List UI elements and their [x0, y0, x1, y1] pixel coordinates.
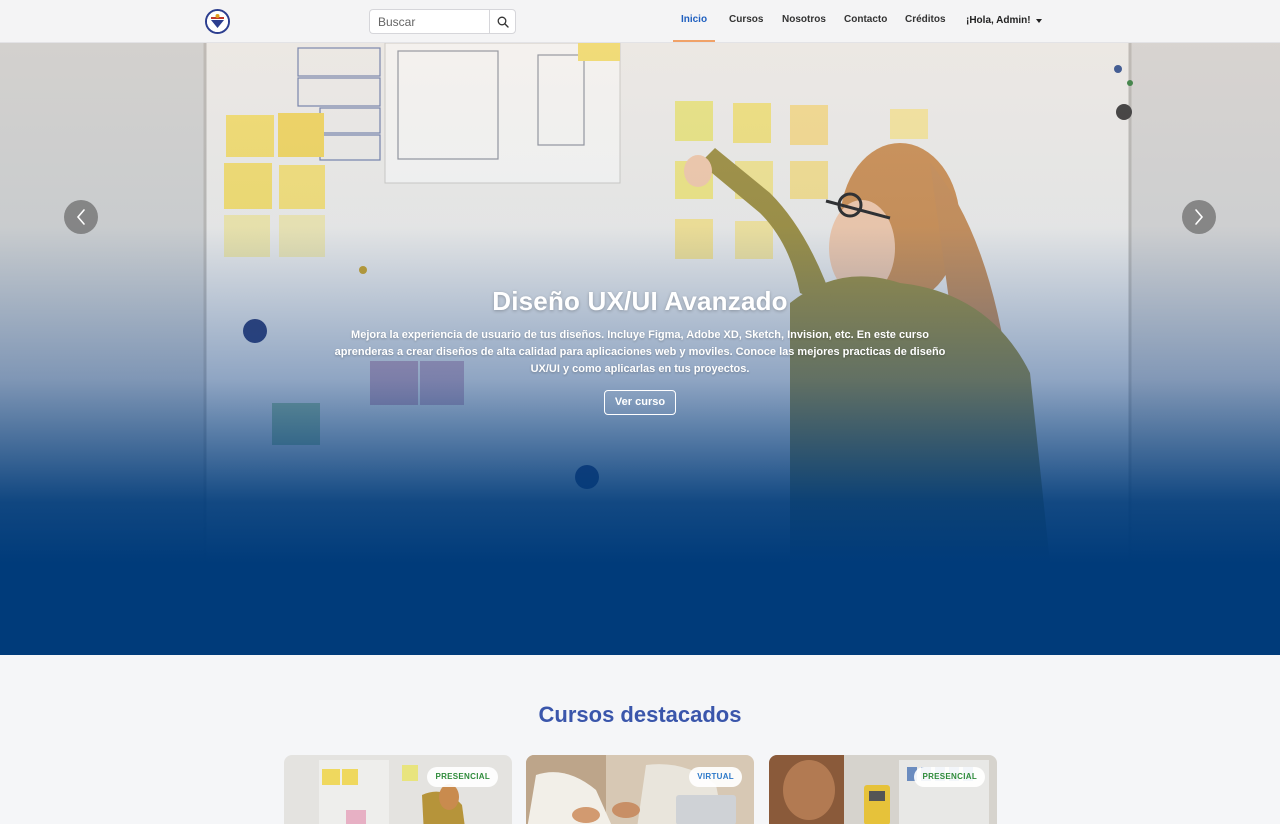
- nav-item-creditos[interactable]: Créditos: [905, 0, 946, 42]
- course-card[interactable]: PRESENCIAL: [769, 755, 997, 824]
- course-card[interactable]: PRESENCIAL: [284, 755, 512, 824]
- logo-icon: [207, 11, 228, 32]
- chevron-left-icon: [76, 209, 85, 225]
- ver-curso-button[interactable]: Ver curso: [603, 390, 677, 415]
- nav-item-nosotros[interactable]: Nosotros: [782, 0, 826, 42]
- nav-item-inicio[interactable]: Inicio: [673, 0, 715, 42]
- course-modality-badge: PRESENCIAL: [427, 767, 498, 787]
- hero-title: Diseño UX/UI Avanzado: [492, 286, 788, 316]
- chevron-down-icon[interactable]: [1036, 19, 1042, 23]
- site-logo[interactable]: [205, 9, 230, 34]
- carousel-next-button[interactable]: [1182, 200, 1216, 234]
- hero-caption: Diseño UX/UI Avanzado Mejora la experien…: [320, 286, 960, 415]
- course-card[interactable]: VIRTUAL: [526, 755, 754, 824]
- hero-description: Mejora la experiencia de usuario de tus …: [334, 329, 946, 375]
- course-card-image: [526, 755, 754, 824]
- carousel-prev-button[interactable]: [64, 200, 98, 234]
- nav-item-cursos[interactable]: Cursos: [729, 0, 763, 42]
- featured-section-title: Cursos destacados: [538, 702, 742, 727]
- user-menu[interactable]: ¡Hola, Admin!: [966, 0, 1031, 42]
- course-card-image: [284, 755, 512, 824]
- nav-item-contacto[interactable]: Contacto: [844, 0, 887, 42]
- course-modality-badge: PRESENCIAL: [914, 767, 985, 787]
- search-icon: [497, 16, 509, 28]
- navbar: Inicio Cursos Nosotros Contacto Créditos…: [0, 0, 1280, 43]
- hero-carousel: Diseño UX/UI Avanzado Mejora la experien…: [0, 43, 1280, 655]
- search-input[interactable]: [369, 9, 489, 34]
- chevron-right-icon: [1195, 209, 1204, 225]
- course-card-image: [769, 755, 997, 824]
- search-button[interactable]: [489, 9, 516, 34]
- search-bar: [369, 9, 516, 34]
- user-greeting: ¡Hola, Admin!: [966, 15, 1031, 26]
- course-modality-badge: VIRTUAL: [689, 767, 742, 787]
